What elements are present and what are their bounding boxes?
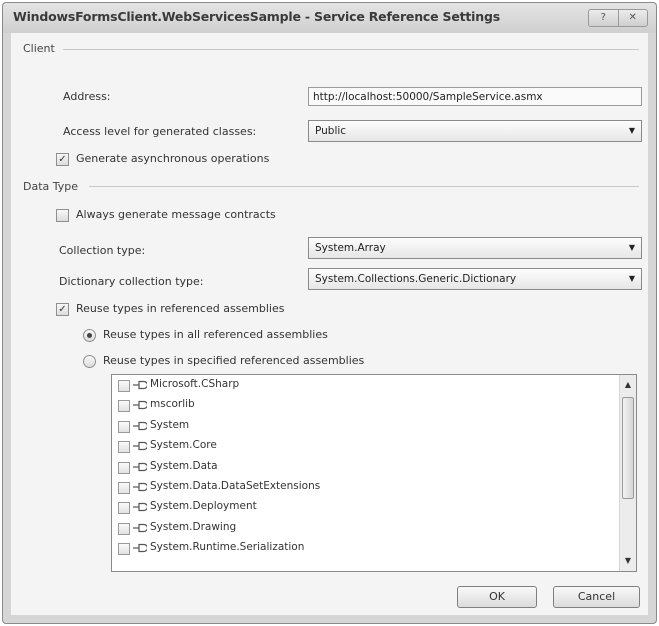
assembly-checkbox[interactable] — [118, 420, 130, 433]
collection-type-value: System.Array — [315, 242, 386, 254]
assembly-checkbox[interactable] — [118, 441, 130, 454]
assembly-name: System.Runtime.Serialization — [150, 541, 305, 554]
assembly-reference-icon — [133, 380, 147, 390]
address-field[interactable]: http://localhost:50000/SampleService.asm… — [308, 87, 642, 106]
collection-type-select[interactable]: System.Array ▼ — [308, 237, 642, 259]
reuse-types-label: Reuse types in referenced assemblies — [76, 302, 285, 315]
cancel-button[interactable]: Cancel — [553, 586, 640, 608]
chevron-down-icon: ▼ — [628, 243, 635, 252]
vertical-scrollbar[interactable]: ▲ ▼ — [619, 375, 636, 571]
reuse-all-label: Reuse types in all referenced assemblies — [103, 328, 328, 341]
assembly-name: System — [150, 418, 190, 431]
assembly-list-item[interactable]: System.Data.DataSetExtensions — [112, 478, 612, 498]
ok-button[interactable]: OK — [457, 586, 537, 608]
assembly-name: System.Data — [150, 459, 218, 472]
assembly-name: System.Drawing — [150, 520, 237, 533]
assembly-reference-icon — [133, 421, 147, 430]
window-title: WindowsFormsClient.WebServicesSample - S… — [13, 9, 500, 24]
assembly-reference-icon — [133, 544, 147, 553]
client-group-divider — [63, 49, 639, 50]
title-bar: WindowsFormsClient.WebServicesSample - S… — [3, 3, 656, 33]
reuse-specified-label: Reuse types in specified referenced asse… — [103, 354, 365, 367]
assembly-reference-icon — [133, 523, 147, 532]
assembly-reference-icon — [133, 503, 147, 512]
assembly-list-item[interactable]: System.Drawing — [112, 519, 612, 539]
help-button[interactable]: ? — [588, 9, 619, 27]
scroll-down-icon[interactable]: ▼ — [620, 553, 636, 569]
access-level-label: Access level for generated classes: — [63, 125, 257, 138]
referenced-assemblies-list[interactable]: Microsoft.CSharp mscorlib System System.Cor… — [111, 374, 637, 572]
assembly-checkbox[interactable] — [118, 380, 130, 392]
assembly-reference-icon — [133, 462, 147, 471]
assembly-checkbox[interactable] — [118, 502, 130, 515]
assembly-name: System.Data.DataSetExtensions — [150, 480, 321, 492]
chevron-down-icon: ▼ — [628, 126, 635, 135]
message-contracts-label: Always generate message contracts — [76, 208, 276, 221]
reuse-all-radio[interactable] — [83, 329, 96, 342]
access-level-value: Public — [315, 125, 347, 137]
assembly-list-item[interactable]: System — [112, 417, 612, 437]
message-contracts-checkbox[interactable] — [56, 209, 69, 222]
async-operations-label: Generate asynchronous operations — [76, 152, 270, 165]
assembly-checkbox[interactable] — [118, 482, 130, 494]
data-type-group-label: Data Type — [23, 180, 79, 193]
assembly-list-item[interactable]: System.Runtime.Serialization — [112, 539, 612, 559]
assembly-list-item[interactable]: mscorlib — [112, 396, 612, 416]
assembly-list-item[interactable]: System.Data — [112, 458, 612, 478]
assembly-name: Microsoft.CSharp — [150, 378, 240, 390]
data-type-group-divider — [89, 186, 639, 187]
assembly-checkbox[interactable] — [118, 522, 130, 535]
assembly-list-item[interactable]: System.Core — [112, 437, 612, 457]
assembly-list-item[interactable]: System.Deployment — [112, 498, 612, 518]
async-operations-checkbox[interactable]: ✓ — [56, 153, 69, 166]
reuse-types-checkbox[interactable]: ✓ — [56, 303, 69, 316]
assembly-checkbox[interactable] — [118, 543, 130, 556]
scrollbar-thumb[interactable] — [622, 397, 634, 499]
client-group-label: Client — [23, 42, 55, 55]
assembly-checkbox[interactable] — [118, 400, 130, 413]
assembly-name: System.Core — [150, 439, 217, 452]
assembly-checkbox[interactable] — [118, 461, 130, 474]
radio-selected-dot — [87, 333, 92, 338]
scroll-up-icon[interactable]: ▲ — [620, 377, 636, 393]
dictionary-type-label: Dictionary collection type: — [59, 275, 204, 288]
access-level-select[interactable]: Public ▼ — [308, 120, 642, 142]
service-reference-settings-dialog: WindowsFormsClient.WebServicesSample - S… — [2, 2, 657, 624]
assembly-reference-icon — [133, 401, 147, 410]
assembly-name: System.Deployment — [150, 500, 257, 513]
reuse-specified-radio[interactable] — [83, 355, 96, 368]
assembly-reference-icon — [133, 442, 147, 451]
dictionary-type-value: System.Collections.Generic.Dictionary — [315, 273, 517, 285]
caption-buttons: ? ✕ — [588, 9, 648, 27]
dialog-body: Client Address: http://localhost:50000/S… — [11, 33, 648, 615]
assembly-name: mscorlib — [150, 398, 195, 411]
close-button[interactable]: ✕ — [618, 9, 648, 27]
chevron-down-icon: ▼ — [628, 274, 635, 283]
collection-type-label: Collection type: — [59, 244, 146, 257]
dictionary-type-select[interactable]: System.Collections.Generic.Dictionary ▼ — [308, 268, 642, 290]
assembly-reference-icon — [133, 482, 147, 492]
assembly-list-item[interactable]: Microsoft.CSharp — [112, 376, 612, 396]
address-label: Address: — [63, 90, 111, 103]
